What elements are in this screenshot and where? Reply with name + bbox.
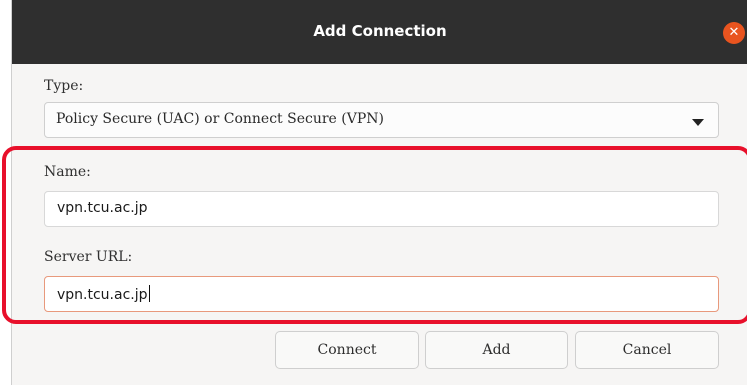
type-selected-value: Policy Secure (UAC) or Connect Secure (V… bbox=[56, 111, 384, 127]
cancel-button[interactable]: Cancel bbox=[575, 331, 719, 369]
chevron-down-icon bbox=[692, 119, 704, 126]
connect-button[interactable]: Connect bbox=[275, 331, 419, 369]
dialog-title: Add Connection bbox=[313, 22, 447, 40]
add-button[interactable]: Add bbox=[425, 331, 568, 369]
title-bar[interactable]: Add Connection ✕ bbox=[12, 0, 747, 64]
close-button[interactable]: ✕ bbox=[723, 22, 745, 44]
close-icon: ✕ bbox=[728, 25, 740, 40]
type-label: Type: bbox=[44, 78, 84, 94]
highlight-annotation bbox=[2, 146, 747, 324]
type-dropdown[interactable]: Policy Secure (UAC) or Connect Secure (V… bbox=[44, 102, 719, 138]
